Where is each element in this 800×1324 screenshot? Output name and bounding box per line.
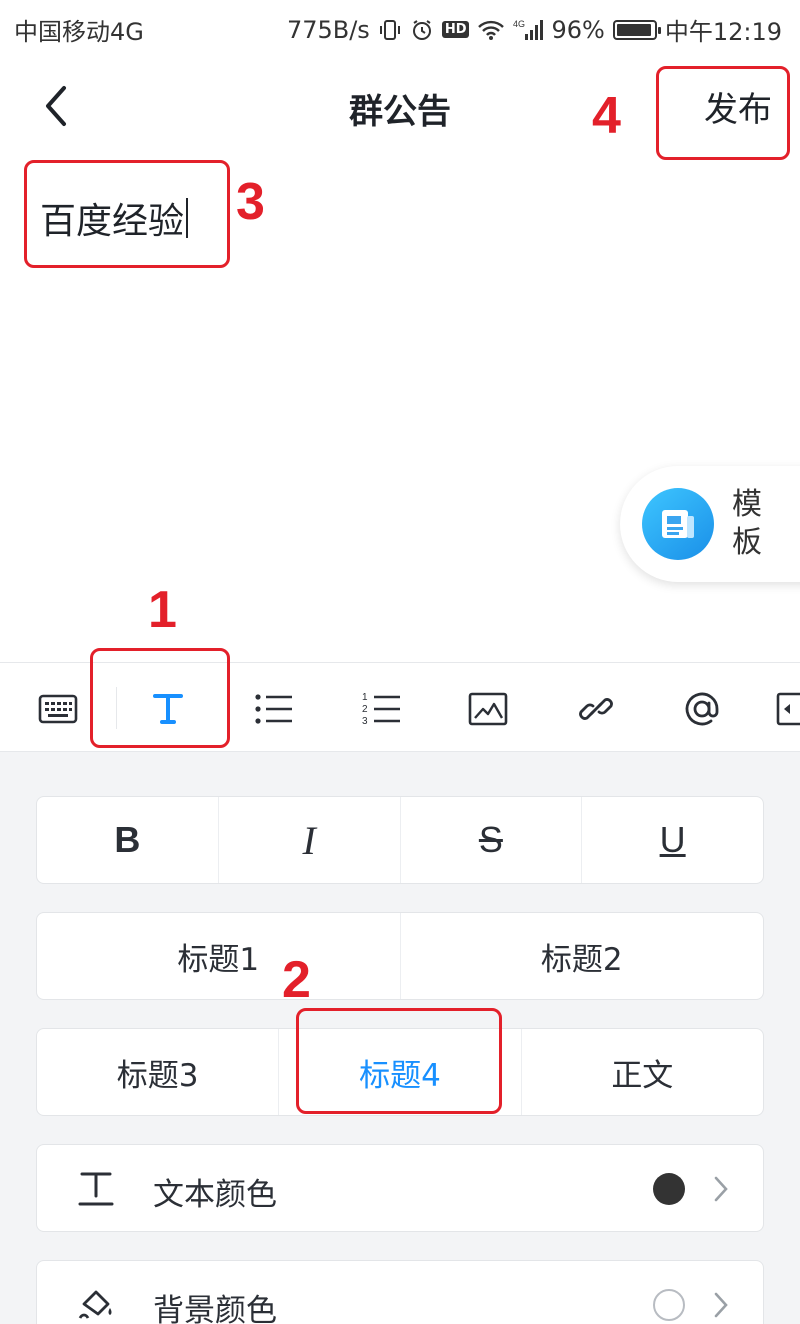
keyboard-button[interactable] — [28, 679, 88, 739]
heading-2-button[interactable]: 标题2 — [399, 913, 764, 999]
text-style-row: B I S U — [36, 796, 764, 884]
link-icon — [579, 698, 613, 720]
heading-1-button[interactable]: 标题1 — [37, 913, 400, 999]
underline-button[interactable]: U — [581, 797, 763, 883]
bg-color-label: 背景颜色 — [153, 1293, 277, 1324]
signal-icon: 4G — [513, 18, 544, 42]
numbered-list-icon: 123 — [362, 692, 400, 727]
net-speed: 775B/s — [286, 15, 370, 44]
annotation-box-4 — [656, 66, 790, 160]
carrier-label: 中国移动4G — [14, 18, 144, 46]
bg-color-row[interactable]: 背景颜色 — [36, 1260, 764, 1324]
svg-text:3: 3 — [362, 716, 368, 727]
more-button[interactable] — [770, 679, 800, 739]
keyboard-icon — [38, 694, 78, 724]
bullet-list-icon — [255, 694, 292, 724]
text-color-icon — [73, 1165, 119, 1211]
battery-icon — [612, 19, 661, 40]
bullet-list-button[interactable] — [244, 679, 304, 739]
template-label: 模板 — [732, 487, 762, 560]
annotation-number-4: 4 — [592, 87, 621, 145]
link-button[interactable] — [566, 679, 626, 739]
annotation-number-3: 3 — [236, 173, 265, 231]
bold-button[interactable]: B — [37, 797, 218, 883]
hd-badge: HD — [441, 21, 470, 38]
text-color-swatch — [653, 1173, 685, 1205]
body-text-button[interactable]: 正文 — [520, 1029, 763, 1115]
chevron-right-icon — [709, 1171, 733, 1207]
template-icon — [642, 488, 714, 560]
text-color-row[interactable]: 文本颜色 — [36, 1144, 764, 1232]
paint-bucket-icon — [73, 1281, 119, 1324]
heading-row-1: 标题1 标题2 — [36, 912, 764, 1000]
annotation-number-2: 2 — [282, 951, 311, 1009]
strikethrough-button[interactable]: S — [399, 797, 582, 883]
annotation-box-3 — [24, 160, 230, 268]
status-right: 775B/s HD 4G 96% 中午12:19 — [287, 12, 782, 47]
svg-text:4G: 4G — [513, 19, 525, 29]
template-button[interactable]: 模板 — [620, 466, 800, 582]
text-color-label: 文本颜色 — [153, 1177, 277, 1213]
heading-3-button[interactable]: 标题3 — [37, 1029, 278, 1115]
chevron-left-icon — [46, 86, 66, 126]
annotation-number-1: 1 — [148, 581, 177, 639]
back-button[interactable] — [30, 76, 80, 136]
status-bar: 中国移动4G 775B/s HD 4G 96% 中午12:19 — [0, 0, 800, 56]
bg-color-swatch — [653, 1289, 685, 1321]
more-icon — [776, 692, 800, 726]
italic-button[interactable]: I — [217, 797, 400, 883]
wifi-icon — [477, 18, 505, 42]
annotation-box-2 — [296, 1008, 502, 1114]
battery-percent: 96% — [551, 15, 605, 44]
chevron-right-icon — [709, 1287, 733, 1323]
image-button[interactable] — [458, 679, 518, 739]
alarm-icon — [410, 18, 434, 42]
clock: 中午12:19 — [664, 18, 782, 46]
vibrate-icon — [378, 18, 402, 42]
svg-text:1: 1 — [362, 692, 368, 703]
mention-button[interactable] — [672, 679, 732, 739]
at-mention-icon — [685, 692, 719, 726]
image-icon — [468, 692, 508, 726]
annotation-box-1 — [90, 648, 230, 748]
svg-text:2: 2 — [362, 704, 368, 715]
numbered-list-button[interactable]: 123 — [352, 679, 412, 739]
